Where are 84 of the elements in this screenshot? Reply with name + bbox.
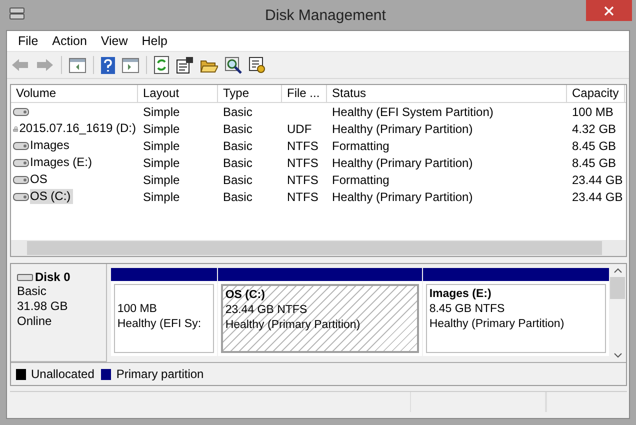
legend-label: Unallocated <box>31 367 94 381</box>
table-cell: 23.44 GB <box>572 172 623 186</box>
column-header[interactable]: Layout <box>138 85 218 102</box>
table-cell: Simple <box>143 138 180 152</box>
close-icon <box>604 6 614 16</box>
partition-block[interactable]: OS (C:) 23.44 GB NTFS Healthy (Primary Partition) <box>218 268 422 356</box>
partition-block[interactable]: 100 MB Healthy (EFI Sy: <box>111 268 218 356</box>
partition-detail: 8.45 GB NTFS <box>429 302 506 317</box>
vertical-scrollbar[interactable] <box>609 264 626 362</box>
partition-name: Images (E:) <box>429 287 492 302</box>
partition-detail: 100 MB <box>117 302 158 317</box>
table-cell[interactable]: Images <box>30 138 72 153</box>
drive-icon <box>13 192 29 202</box>
menu-item[interactable]: Action <box>45 34 94 48</box>
table-cell[interactable]: OS <box>30 172 50 187</box>
table-cell: Simple <box>143 190 180 204</box>
table-cell: Simple <box>143 156 180 170</box>
column-header[interactable]: Type <box>218 85 282 102</box>
legend-label: Primary partition <box>116 367 204 381</box>
table-cell: Healthy (EFI System Partition) <box>332 104 494 118</box>
table-cell: Basic <box>223 122 252 136</box>
partition-detail: Healthy (EFI Sy: <box>117 317 202 332</box>
scrollbar-thumb[interactable] <box>610 277 626 299</box>
table-cell: Simple <box>143 122 180 136</box>
partition-detail: Healthy (Primary Partition) <box>429 317 566 332</box>
column-header[interactable]: Volume <box>11 85 138 102</box>
table-cell: Basic <box>223 190 252 204</box>
table-cell: Basic <box>223 172 252 186</box>
table-cell: Formatting <box>332 138 390 152</box>
table-cell: NTFS <box>287 138 318 152</box>
column-header[interactable]: Capacity <box>567 85 625 102</box>
scrollbar-thumb[interactable] <box>27 241 602 255</box>
panel-icon[interactable] <box>122 58 139 72</box>
drive-icon <box>13 158 29 168</box>
disk-type: Basic <box>17 284 48 299</box>
disk-info-panel[interactable]: Disk 0 Basic 31.98 GB Online <box>11 264 108 362</box>
table-cell: Simple <box>143 172 180 186</box>
settings-icon[interactable] <box>249 56 266 74</box>
table-cell: Simple <box>143 104 180 118</box>
disk-name: Disk 0 <box>35 270 70 284</box>
partition-detail: Healthy (Primary Partition) <box>225 318 362 333</box>
magnifier-icon[interactable] <box>225 56 242 74</box>
partition-name: OS (C:) <box>225 288 266 303</box>
table-cell[interactable]: OS (C:) <box>30 189 73 204</box>
partition-block[interactable]: Images (E:) 8.45 GB NTFS Healthy (Primary Partition) <box>423 268 610 356</box>
table-cell: Basic <box>223 156 252 170</box>
refresh-icon[interactable] <box>154 56 169 74</box>
disk-size: 31.98 GB <box>17 299 69 314</box>
table-cell: 8.45 GB <box>572 138 616 152</box>
partition-detail: 23.44 GB NTFS <box>225 303 308 318</box>
disk-icon <box>9 5 25 21</box>
folder-icon[interactable] <box>200 58 218 72</box>
table-cell: 8.45 GB <box>572 156 616 170</box>
close-button[interactable] <box>586 0 632 21</box>
table-cell: UDF <box>287 122 312 136</box>
panel-icon[interactable] <box>69 58 86 72</box>
drive-icon <box>13 106 29 116</box>
table-cell: NTFS <box>287 156 318 170</box>
table-cell: 100 MB <box>572 104 614 118</box>
table-cell[interactable]: Images (E:) <box>30 155 94 170</box>
table-cell: Healthy (Primary Partition) <box>332 156 473 170</box>
horizontal-scrollbar[interactable] <box>11 240 626 256</box>
drive-icon <box>13 174 29 184</box>
column-header[interactable]: File ... <box>282 85 327 102</box>
table-cell: Formatting <box>332 172 390 186</box>
table-cell: 23.44 GB <box>572 190 623 204</box>
window-title: Disk Management <box>264 6 387 24</box>
table-cell: NTFS <box>287 190 318 204</box>
table-cell: Healthy (Primary Partition) <box>332 190 473 204</box>
drive-icon <box>17 272 33 282</box>
column-header[interactable]: Status <box>327 85 567 102</box>
menu-item[interactable]: View <box>94 34 135 48</box>
drive-icon <box>13 140 29 150</box>
table-cell: NTFS <box>287 172 318 186</box>
menu-item[interactable]: File <box>11 34 46 48</box>
table-cell: Basic <box>223 138 252 152</box>
table-cell: 4.32 GB <box>572 122 616 136</box>
menu-item[interactable]: Help <box>134 34 174 48</box>
help-icon[interactable] <box>101 56 115 74</box>
table-cell: Basic <box>223 104 252 118</box>
table-cell: Healthy (Primary Partition) <box>332 122 473 136</box>
document-icon[interactable] <box>176 56 193 74</box>
disk-status: Online <box>17 314 53 329</box>
table-cell[interactable]: 2015.07.16_1619 (D:) <box>19 121 138 136</box>
